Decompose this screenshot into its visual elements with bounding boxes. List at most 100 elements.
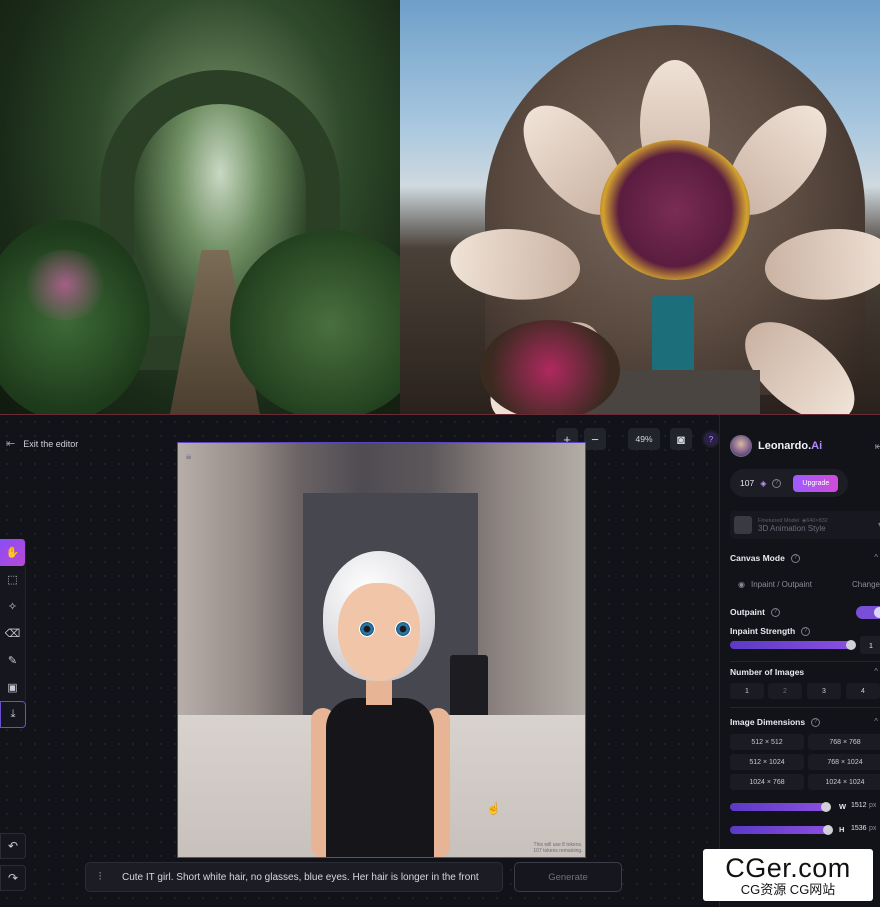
image-dimensions-heading: Image Dimensions?: [730, 717, 821, 727]
canvas-editor: ⇤ Exit the editor + − 49% ◙ ? ✋ ⬚ ✧ ⌫ ✎ …: [0, 414, 880, 907]
token-usage-note: This will use 8 tokens. 107 tokens remai…: [533, 842, 583, 854]
height-slider-knob[interactable]: [823, 825, 833, 835]
watermark-line-1: CGer.com: [725, 852, 851, 883]
chevron-up-icon[interactable]: ^: [874, 667, 878, 676]
upgrade-button[interactable]: Upgrade: [793, 474, 839, 492]
model-selector[interactable]: Finetuned Model ◈640×832 3D Animation St…: [730, 511, 880, 539]
draw-tool-button[interactable]: ✎: [0, 647, 26, 674]
redo-icon: ↷: [7, 871, 19, 885]
dimension-option[interactable]: 768 × 1024: [808, 754, 880, 770]
watermark-line-2: CG资源 CG网站: [740, 881, 836, 897]
flower-center: [600, 140, 750, 280]
divider: [730, 661, 880, 662]
zoom-level[interactable]: 49%: [628, 428, 660, 450]
select-tool-button[interactable]: ⬚: [0, 566, 26, 593]
token-coin-icon: ◈: [760, 478, 767, 488]
width-slider[interactable]: [730, 803, 830, 811]
exit-editor-label: Exit the editor: [23, 438, 79, 449]
download-icon: ⤓: [10, 708, 16, 720]
images-option-1[interactable]: 1: [730, 683, 764, 699]
outpaint-label: Outpaint?: [730, 607, 780, 617]
model-meta: Finetuned Model ◈640×832: [758, 517, 828, 524]
image-tool-button[interactable]: ▣: [0, 674, 26, 701]
info-icon: ?: [790, 553, 800, 563]
prompt-bar: ⫶: [85, 862, 503, 892]
model-thumbnail: [734, 516, 752, 534]
height-unit: px: [869, 825, 877, 832]
inpaint-strength-label: Inpaint Strength?: [730, 626, 811, 636]
collapse-sidebar-icon[interactable]: ⇤: [875, 440, 880, 453]
info-icon: ?: [770, 607, 780, 617]
divider: [730, 707, 880, 708]
canvas-image-frame[interactable]: 🔒︎ ☝: [177, 442, 586, 858]
character-left-eye: [359, 621, 375, 637]
width-unit: px: [869, 802, 877, 809]
brush-icon: ◉: [738, 579, 745, 589]
outpaint-toggle[interactable]: [856, 606, 880, 619]
width-value[interactable]: 1512: [851, 802, 867, 809]
brand-name: Leonardo.Ai: [758, 440, 823, 452]
undo-button[interactable]: ↶: [0, 833, 26, 859]
eraser-icon: ⌫: [4, 628, 21, 640]
inpaint-strength-slider[interactable]: [730, 641, 854, 649]
avatar[interactable]: [730, 435, 752, 457]
hand-cursor-icon: ☝: [486, 801, 501, 815]
inpaint-strength-value[interactable]: 1: [860, 636, 880, 654]
zoom-out-button[interactable]: −: [584, 428, 606, 450]
mask-tool-button[interactable]: ✧: [0, 593, 26, 620]
images-option-2[interactable]: 2: [768, 683, 802, 699]
camera-button[interactable]: ◙: [670, 428, 692, 450]
exit-editor-button[interactable]: ⇤ Exit the editor: [6, 437, 78, 450]
inpaint-mode-label: Inpaint / Outpaint: [750, 579, 812, 589]
lock-icon[interactable]: 🔒︎: [186, 451, 191, 462]
width-slider-knob[interactable]: [821, 802, 831, 812]
settings-sidebar: Leonardo.Ai ⇤ 107 ◈ ? Upgrade Finetuned …: [719, 415, 880, 907]
height-value[interactable]: 1536: [851, 825, 867, 832]
width-label: W: [839, 802, 847, 811]
dimension-option[interactable]: 512 × 512: [730, 734, 804, 750]
info-icon: ?: [801, 626, 811, 636]
character-right-eye: [395, 621, 411, 637]
info-icon[interactable]: ?: [772, 478, 782, 488]
redo-button[interactable]: ↷: [0, 865, 26, 891]
model-name: 3D Animation Style: [758, 523, 826, 533]
height-label: H: [839, 825, 845, 834]
dimension-option[interactable]: 1024 × 1024: [808, 774, 880, 790]
pink-flowers: [20, 250, 110, 320]
background-speaker: [450, 655, 488, 717]
brand: Leonardo.Ai: [730, 435, 822, 457]
exit-arrow-icon: ⇤: [6, 438, 16, 450]
inpaint-mode-row: ◉ Inpaint / Outpaint Change: [730, 573, 880, 595]
teal-door: [652, 295, 694, 370]
height-slider[interactable]: [730, 826, 832, 834]
token-balance: 107 ◈ ? Upgrade: [730, 469, 848, 497]
dimension-option[interactable]: 512 × 1024: [730, 754, 804, 770]
images-option-4[interactable]: 4: [846, 683, 880, 699]
help-button[interactable]: ?: [702, 430, 720, 448]
dimension-option[interactable]: 768 × 768: [808, 734, 880, 750]
hand-icon: ✋: [5, 547, 20, 559]
tool-rail: ✋ ⬚ ✧ ⌫ ✎ ▣ ⤓: [0, 539, 26, 728]
number-of-images-heading: Number of Images: [730, 667, 805, 677]
character-black-top: [326, 698, 434, 857]
inpaint-strength-knob[interactable]: [846, 640, 856, 650]
generate-button[interactable]: Generate: [514, 862, 622, 892]
prompt-input[interactable]: [122, 871, 502, 883]
chevron-up-icon[interactable]: ^: [874, 553, 878, 562]
pan-tool-button[interactable]: ✋: [0, 539, 26, 566]
watermark: CGer.com CG资源 CG网站: [703, 849, 873, 901]
change-mode-button[interactable]: Change: [852, 580, 880, 589]
canvas-mode-heading: Canvas Mode?: [730, 553, 800, 563]
info-icon: ?: [811, 717, 821, 727]
select-icon: ⬚: [7, 574, 18, 586]
download-tool-button[interactable]: ⤓: [0, 701, 26, 728]
prompt-settings-icon[interactable]: ⫶: [86, 871, 114, 884]
eraser-tool-button[interactable]: ⌫: [0, 620, 26, 647]
banner-artwork: [0, 0, 880, 414]
red-flowers: [480, 320, 620, 414]
dimension-option[interactable]: 1024 × 768: [730, 774, 804, 790]
chevron-up-icon[interactable]: ^: [874, 717, 878, 726]
pencil-icon: ✎: [7, 655, 18, 667]
mask-brush-icon: ✧: [7, 601, 18, 613]
images-option-3[interactable]: 3: [807, 683, 841, 699]
